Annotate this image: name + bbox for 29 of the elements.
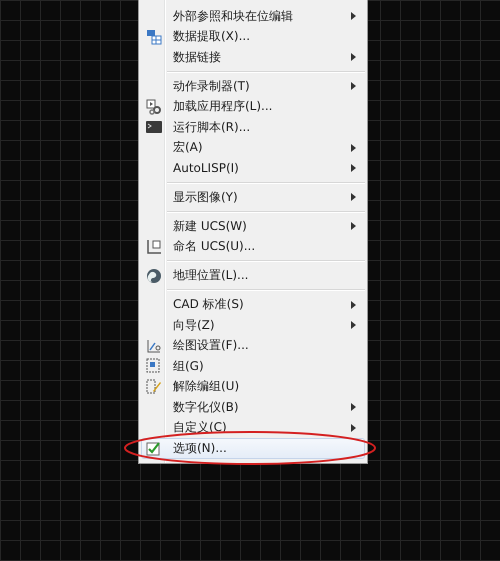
table-icon	[146, 28, 162, 45]
menu-item[interactable]: 宏(A)	[141, 138, 365, 158]
globe-icon	[146, 268, 162, 284]
menu-item[interactable]: 自定义(C)	[141, 418, 365, 438]
menu-item[interactable]: 外部参照和块在位编辑	[141, 6, 365, 26]
terminal-icon	[146, 119, 162, 136]
drafting-icon	[146, 338, 162, 354]
menu-item[interactable]: 绘图设置(F)...	[141, 336, 365, 356]
menu-item[interactable]: 组(G)	[141, 356, 365, 376]
group-icon	[146, 358, 162, 374]
menu-item[interactable]: 运行脚本(R)...	[141, 117, 365, 138]
pencil-icon	[146, 378, 162, 395]
menu-item[interactable]: 加载应用程序(L)...	[141, 96, 365, 117]
menu-item[interactable]: 数据提取(X)...	[141, 26, 365, 47]
menu-item[interactable]: 地理位置(L)...	[141, 266, 365, 286]
menu-item[interactable]: 动作录制器(T)	[141, 76, 365, 96]
checkbox-icon	[146, 440, 162, 456]
menu-item[interactable]: 命名 UCS(U)...	[141, 236, 365, 257]
menu-item[interactable]: CAD 标准(S)	[141, 294, 365, 315]
menu-item[interactable]: 解除编组(U)	[141, 376, 365, 397]
menu-item[interactable]: 数字化仪(B)	[141, 397, 365, 418]
menu-item[interactable]: 选项(N)...	[141, 438, 365, 458]
gears-icon	[146, 98, 162, 115]
menu-item[interactable]: 数据链接	[141, 47, 365, 68]
menu-item[interactable]: 显示图像(Y)	[141, 187, 365, 208]
menu-item[interactable]: AutoLISP(I)	[141, 158, 365, 178]
menu-item[interactable]: 向导(Z)	[141, 315, 365, 336]
axes-icon	[146, 238, 162, 255]
menu-item[interactable]: 新建 UCS(W)	[141, 216, 365, 236]
